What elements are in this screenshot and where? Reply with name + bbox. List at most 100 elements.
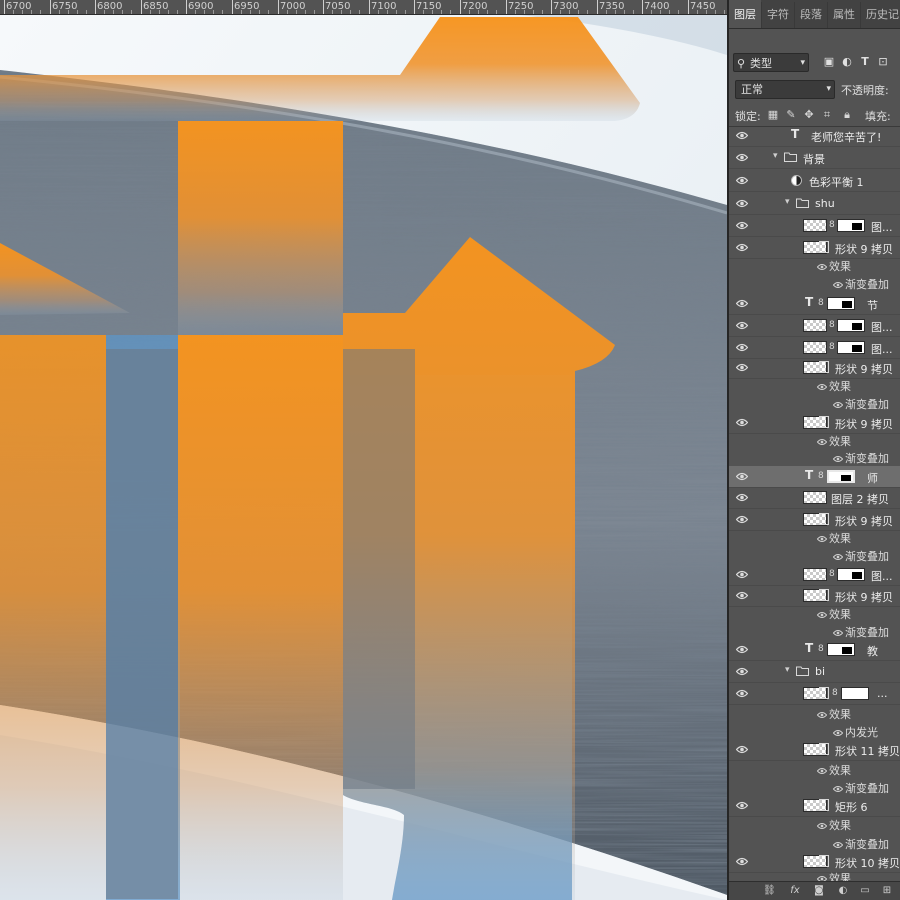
chevron-down-icon[interactable]: ▾ (785, 197, 790, 207)
layer-effect-row[interactable]: 效果 (729, 603, 900, 621)
layer-mask-thumbnail[interactable] (827, 297, 855, 310)
adjustment-filter-icon[interactable]: ◐ (841, 56, 853, 68)
layer-effect-row[interactable]: 内发光 (729, 721, 900, 739)
visibility-eye-icon[interactable] (736, 199, 748, 208)
layer-effect-row[interactable]: 渐变叠加 (729, 777, 900, 795)
tab-3[interactable]: 属性 (827, 2, 860, 28)
effect-visibility-icon[interactable] (832, 279, 844, 288)
tab-1[interactable]: 字符 (761, 2, 794, 28)
tab-2[interactable]: 段落 (794, 2, 827, 28)
visibility-eye-icon[interactable] (736, 689, 748, 698)
effect-visibility-icon[interactable] (832, 783, 844, 792)
effect-visibility-icon[interactable] (832, 453, 844, 462)
layer-mask-thumbnail[interactable] (837, 219, 865, 232)
filter-kind-select[interactable]: ⚲ 类型 ▾ (733, 53, 809, 72)
effect-visibility-icon[interactable] (816, 609, 828, 618)
layer-row-8[interactable]: T8 节 (729, 293, 900, 315)
blend-mode-select[interactable]: 正常 ▾ (735, 80, 835, 99)
chevron-down-icon[interactable]: ▾ (773, 151, 778, 161)
visibility-eye-icon[interactable] (736, 153, 748, 162)
visibility-eye-icon[interactable] (736, 570, 748, 579)
chevron-down-icon[interactable]: ▾ (785, 665, 790, 675)
layer-mask-thumbnail[interactable] (837, 341, 865, 354)
layer-mask-thumbnail[interactable] (837, 568, 865, 581)
lock-all-icon[interactable]: 🔒︎ (841, 109, 853, 121)
visibility-eye-icon[interactable] (736, 801, 748, 810)
visibility-eye-icon[interactable] (736, 493, 748, 502)
shape-filter-icon[interactable]: ⊡ (877, 56, 889, 68)
add-mask-icon[interactable]: ◙ (813, 885, 825, 897)
effect-visibility-icon[interactable] (816, 873, 828, 882)
effect-visibility-icon[interactable] (816, 820, 828, 829)
layer-row-22[interactable]: 8 图... (729, 564, 900, 586)
new-group-icon[interactable]: ▭ (859, 885, 871, 897)
visibility-eye-icon[interactable] (736, 243, 748, 252)
visibility-eye-icon[interactable] (736, 418, 748, 427)
visibility-eye-icon[interactable] (736, 176, 748, 185)
lock-position-icon[interactable]: ✥ (803, 109, 815, 121)
layer-mask-thumbnail[interactable] (827, 643, 855, 656)
pixel-filter-icon[interactable]: ▣ (823, 56, 835, 68)
layer-thumbnail[interactable] (803, 341, 827, 354)
layer-mask-thumbnail[interactable] (827, 470, 855, 483)
layer-effect-row[interactable]: 效果 (729, 255, 900, 273)
layer-effect-row[interactable]: 渐变叠加 (729, 273, 900, 291)
effect-visibility-icon[interactable] (832, 399, 844, 408)
layer-row-28[interactable]: 8... (729, 683, 900, 705)
layer-row-3[interactable]: ▾ shu (729, 193, 900, 215)
layer-thumbnail[interactable] (803, 319, 827, 332)
fx-icon[interactable]: fx (789, 885, 801, 897)
visibility-eye-icon[interactable] (736, 363, 748, 372)
effect-visibility-icon[interactable] (816, 436, 828, 445)
layer-row-2[interactable]: 色彩平衡 1 (729, 170, 900, 192)
lock-transparency-icon[interactable]: ▦ (767, 109, 779, 121)
layer-effect-row[interactable]: 渐变叠加 (729, 447, 900, 465)
horizontal-ruler[interactable]: 6700 6750 6800 6850 6900 6950 7000 7050 7100 7150… (0, 0, 728, 15)
layer-row-18[interactable]: 图层 2 拷贝 (729, 487, 900, 509)
lock-brush-icon[interactable]: ✎ (785, 109, 797, 121)
effect-visibility-icon[interactable] (816, 261, 828, 270)
layer-effect-row[interactable]: 效果 (729, 703, 900, 721)
layer-mask-thumbnail[interactable] (837, 319, 865, 332)
effect-visibility-icon[interactable] (816, 765, 828, 774)
visibility-eye-icon[interactable] (736, 472, 748, 481)
layer-row-1[interactable]: ▾ 背景 (729, 147, 900, 169)
visibility-eye-icon[interactable] (736, 299, 748, 308)
link-layers-icon[interactable]: ⛓ (763, 885, 776, 897)
layer-mask-thumbnail[interactable] (841, 687, 869, 700)
visibility-eye-icon[interactable] (736, 321, 748, 330)
layer-effect-row[interactable]: 效果 (729, 375, 900, 393)
layer-effect-row[interactable]: 效果 (729, 430, 900, 448)
visibility-eye-icon[interactable] (736, 745, 748, 754)
effect-visibility-icon[interactable] (816, 709, 828, 718)
layer-row-17[interactable]: T8 师 (729, 466, 900, 488)
effect-visibility-icon[interactable] (816, 533, 828, 542)
effect-visibility-icon[interactable] (816, 381, 828, 390)
visibility-eye-icon[interactable] (736, 645, 748, 654)
layer-row-27[interactable]: ▾ bi (729, 661, 900, 683)
visibility-eye-icon[interactable] (736, 343, 748, 352)
effect-visibility-icon[interactable] (832, 727, 844, 736)
layer-effect-row[interactable]: 效果 (729, 814, 900, 832)
visibility-eye-icon[interactable] (736, 591, 748, 600)
layer-effect-row[interactable]: 效果 (729, 759, 900, 777)
layer-row-31[interactable]: 形状 11 拷贝 (729, 739, 900, 761)
layer-row-0[interactable]: T 老师您辛苦了! (729, 125, 900, 147)
tab-0[interactable]: 图层 (729, 0, 761, 28)
effect-visibility-icon[interactable] (832, 839, 844, 848)
layer-effect-row[interactable]: 效果 (729, 527, 900, 545)
layer-row-4[interactable]: 8 图... (729, 215, 900, 237)
new-adjustment-icon[interactable]: ◐ (837, 885, 849, 897)
layer-thumbnail[interactable] (803, 491, 827, 504)
layer-thumbnail[interactable] (803, 219, 827, 232)
visibility-eye-icon[interactable] (736, 515, 748, 524)
layer-row-10[interactable]: 8 图... (729, 337, 900, 359)
visibility-eye-icon[interactable] (736, 221, 748, 230)
visibility-eye-icon[interactable] (736, 131, 748, 140)
layer-row-9[interactable]: 8 图... (729, 315, 900, 337)
layer-thumbnail[interactable] (803, 568, 827, 581)
text-filter-icon[interactable]: T (859, 56, 871, 68)
layer-row-26[interactable]: T8 教 (729, 639, 900, 661)
effect-visibility-icon[interactable] (832, 551, 844, 560)
new-layer-icon[interactable]: ⊞ (881, 885, 893, 897)
